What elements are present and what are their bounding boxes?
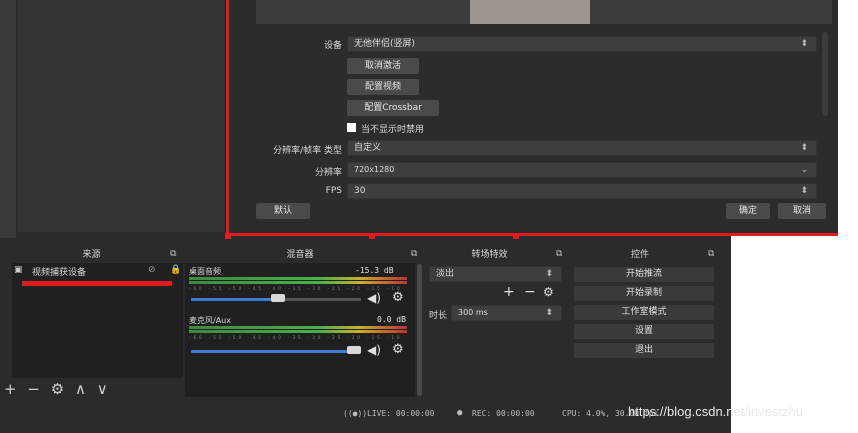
float-dock-icon[interactable]: ⧉	[411, 249, 417, 259]
resize-handle[interactable]	[369, 233, 375, 239]
res-type-label: 分辨率/帧率 类型	[273, 146, 342, 156]
updown-arrow-icon: ⬍	[800, 143, 808, 153]
rec-icon: ●	[457, 408, 463, 418]
device-label: 设备	[323, 41, 342, 51]
live-icon: ((●))	[343, 409, 368, 418]
meter-ticks: -60 -55 -50 -45 -40 -35 -30 -25 -20 -15 …	[189, 335, 407, 340]
volume-slider-fill	[191, 350, 361, 353]
fps-select[interactable]: 30 ⬍	[347, 183, 817, 199]
move-up-icon[interactable]: ∧	[75, 380, 86, 398]
source-item-label: 视频捕获设备	[32, 268, 87, 278]
highlight-mark	[22, 281, 172, 286]
resolution-value: 720x1280	[354, 165, 395, 174]
duration-value: 300 ms	[458, 308, 488, 317]
cancel-button[interactable]: 取消	[778, 203, 826, 219]
camera-icon: ▣	[14, 265, 23, 275]
updown-arrow-icon: ⬍	[545, 269, 553, 279]
preview-canvas	[18, 0, 226, 232]
rec-status: REC: 00:00:00	[472, 409, 535, 418]
fps-label: FPS	[325, 186, 342, 196]
device-value: 无他伴侣(竖屏)	[354, 39, 416, 49]
mixer-dock: 混音器 ⧉ 桌面音频 -15.3 dB -60 -55 -50 -45 -40 …	[185, 248, 425, 400]
channel-level: -15.3 dB	[355, 266, 394, 275]
live-status: LIVE: 00:00:00	[367, 409, 435, 418]
sources-dock: 来源 ⧉ ▣ 视频捕获设备 ⊘ 🔒 + − ⚙ ∧ ∨	[0, 248, 183, 400]
preview-left-edge	[0, 0, 16, 238]
configure-crossbar-button[interactable]: 配置Crossbar	[347, 100, 439, 116]
volume-meter	[189, 281, 407, 284]
configure-video-button[interactable]: 配置视频	[347, 79, 419, 95]
volume-meter	[189, 330, 407, 333]
exit-button[interactable]: 退出	[574, 343, 714, 358]
resize-handle[interactable]	[513, 233, 519, 239]
updown-arrow-icon: ⬍	[800, 186, 808, 196]
add-icon[interactable]: +	[4, 380, 17, 398]
sources-toolbar: + − ⚙ ∧ ∨	[4, 380, 108, 398]
resolution-select[interactable]: 720x1280 ⌄	[347, 162, 817, 178]
preview-image	[470, 0, 590, 24]
updown-arrow-icon: ⬍	[545, 308, 553, 318]
start-streaming-button[interactable]: 开始推流	[574, 267, 714, 282]
speaker-icon[interactable]: ◀)	[367, 343, 381, 357]
volume-meter	[189, 326, 407, 329]
gear-icon[interactable]: ⚙	[392, 342, 404, 357]
transitions-title: 转场特效	[471, 250, 508, 260]
disable-when-hidden-label: 当不显示时禁用	[361, 125, 425, 135]
channel-name: 桌面音频	[189, 267, 221, 276]
watermark: https://blog.csdn.net/investzhu	[628, 404, 803, 419]
properties-scrollbar[interactable]	[822, 32, 828, 116]
gear-icon[interactable]: ⚙	[543, 285, 554, 299]
ok-button[interactable]: 确定	[726, 203, 770, 219]
fps-value: 30	[354, 186, 366, 196]
remove-transition-icon[interactable]: −	[524, 284, 536, 300]
duration-label: 时长	[429, 311, 448, 321]
gear-icon[interactable]: ⚙	[392, 290, 404, 305]
controls-dock: 控件 ⧉ 开始推流 开始录制 工作室模式 设置 退出	[572, 248, 722, 400]
visibility-icon[interactable]: ⊘	[148, 265, 156, 275]
status-bar	[0, 403, 731, 433]
chevron-down-icon: ⌄	[800, 165, 808, 175]
sources-title: 来源	[82, 250, 101, 260]
float-dock-icon[interactable]: ⧉	[170, 249, 176, 259]
move-down-icon[interactable]: ∨	[97, 380, 108, 398]
gear-icon[interactable]: ⚙	[51, 380, 64, 398]
transition-value: 淡出	[436, 269, 455, 279]
resolution-label: 分辨率	[314, 168, 342, 178]
disable-when-hidden-checkbox[interactable]	[347, 123, 356, 132]
volume-slider-knob[interactable]	[271, 294, 285, 302]
deactivate-button[interactable]: 取消激活	[347, 58, 419, 74]
updown-arrow-icon: ⬍	[800, 39, 808, 49]
add-transition-icon[interactable]: +	[503, 284, 515, 300]
resize-handle[interactable]	[225, 233, 231, 239]
start-recording-button[interactable]: 开始录制	[574, 286, 714, 301]
transition-select[interactable]: 淡出 ⬍	[429, 266, 562, 282]
volume-meter	[189, 277, 407, 280]
channel-level: 0.0 dB	[377, 315, 406, 324]
res-type-value: 自定义	[354, 143, 382, 153]
res-type-select[interactable]: 自定义 ⬍	[347, 140, 817, 156]
lock-icon[interactable]: 🔒	[170, 265, 181, 275]
duration-spinbox[interactable]: 300 ms ⬍	[451, 305, 562, 321]
volume-slider-knob[interactable]	[347, 346, 361, 354]
float-dock-icon[interactable]: ⧉	[556, 249, 562, 259]
mixer-scrollbar[interactable]	[417, 264, 422, 396]
channel-name: 麦克风/Aux	[189, 316, 231, 325]
controls-title: 控件	[630, 250, 649, 260]
speaker-icon[interactable]: ◀)	[367, 291, 381, 305]
mixer-title: 混音器	[286, 250, 314, 260]
transitions-dock: 转场特效 ⧉ 淡出 ⬍ + − ⚙ 时长 300 ms ⬍	[427, 248, 570, 400]
defaults-button[interactable]: 默认	[256, 203, 310, 219]
source-item[interactable]: ▣ 视频捕获设备 ⊘ 🔒	[14, 265, 182, 278]
studio-mode-button[interactable]: 工作室模式	[574, 305, 714, 320]
settings-button[interactable]: 设置	[574, 324, 714, 339]
device-select[interactable]: 无他伴侣(竖屏) ⬍	[347, 36, 817, 52]
remove-icon[interactable]: −	[27, 380, 40, 398]
float-dock-icon[interactable]: ⧉	[708, 249, 714, 259]
